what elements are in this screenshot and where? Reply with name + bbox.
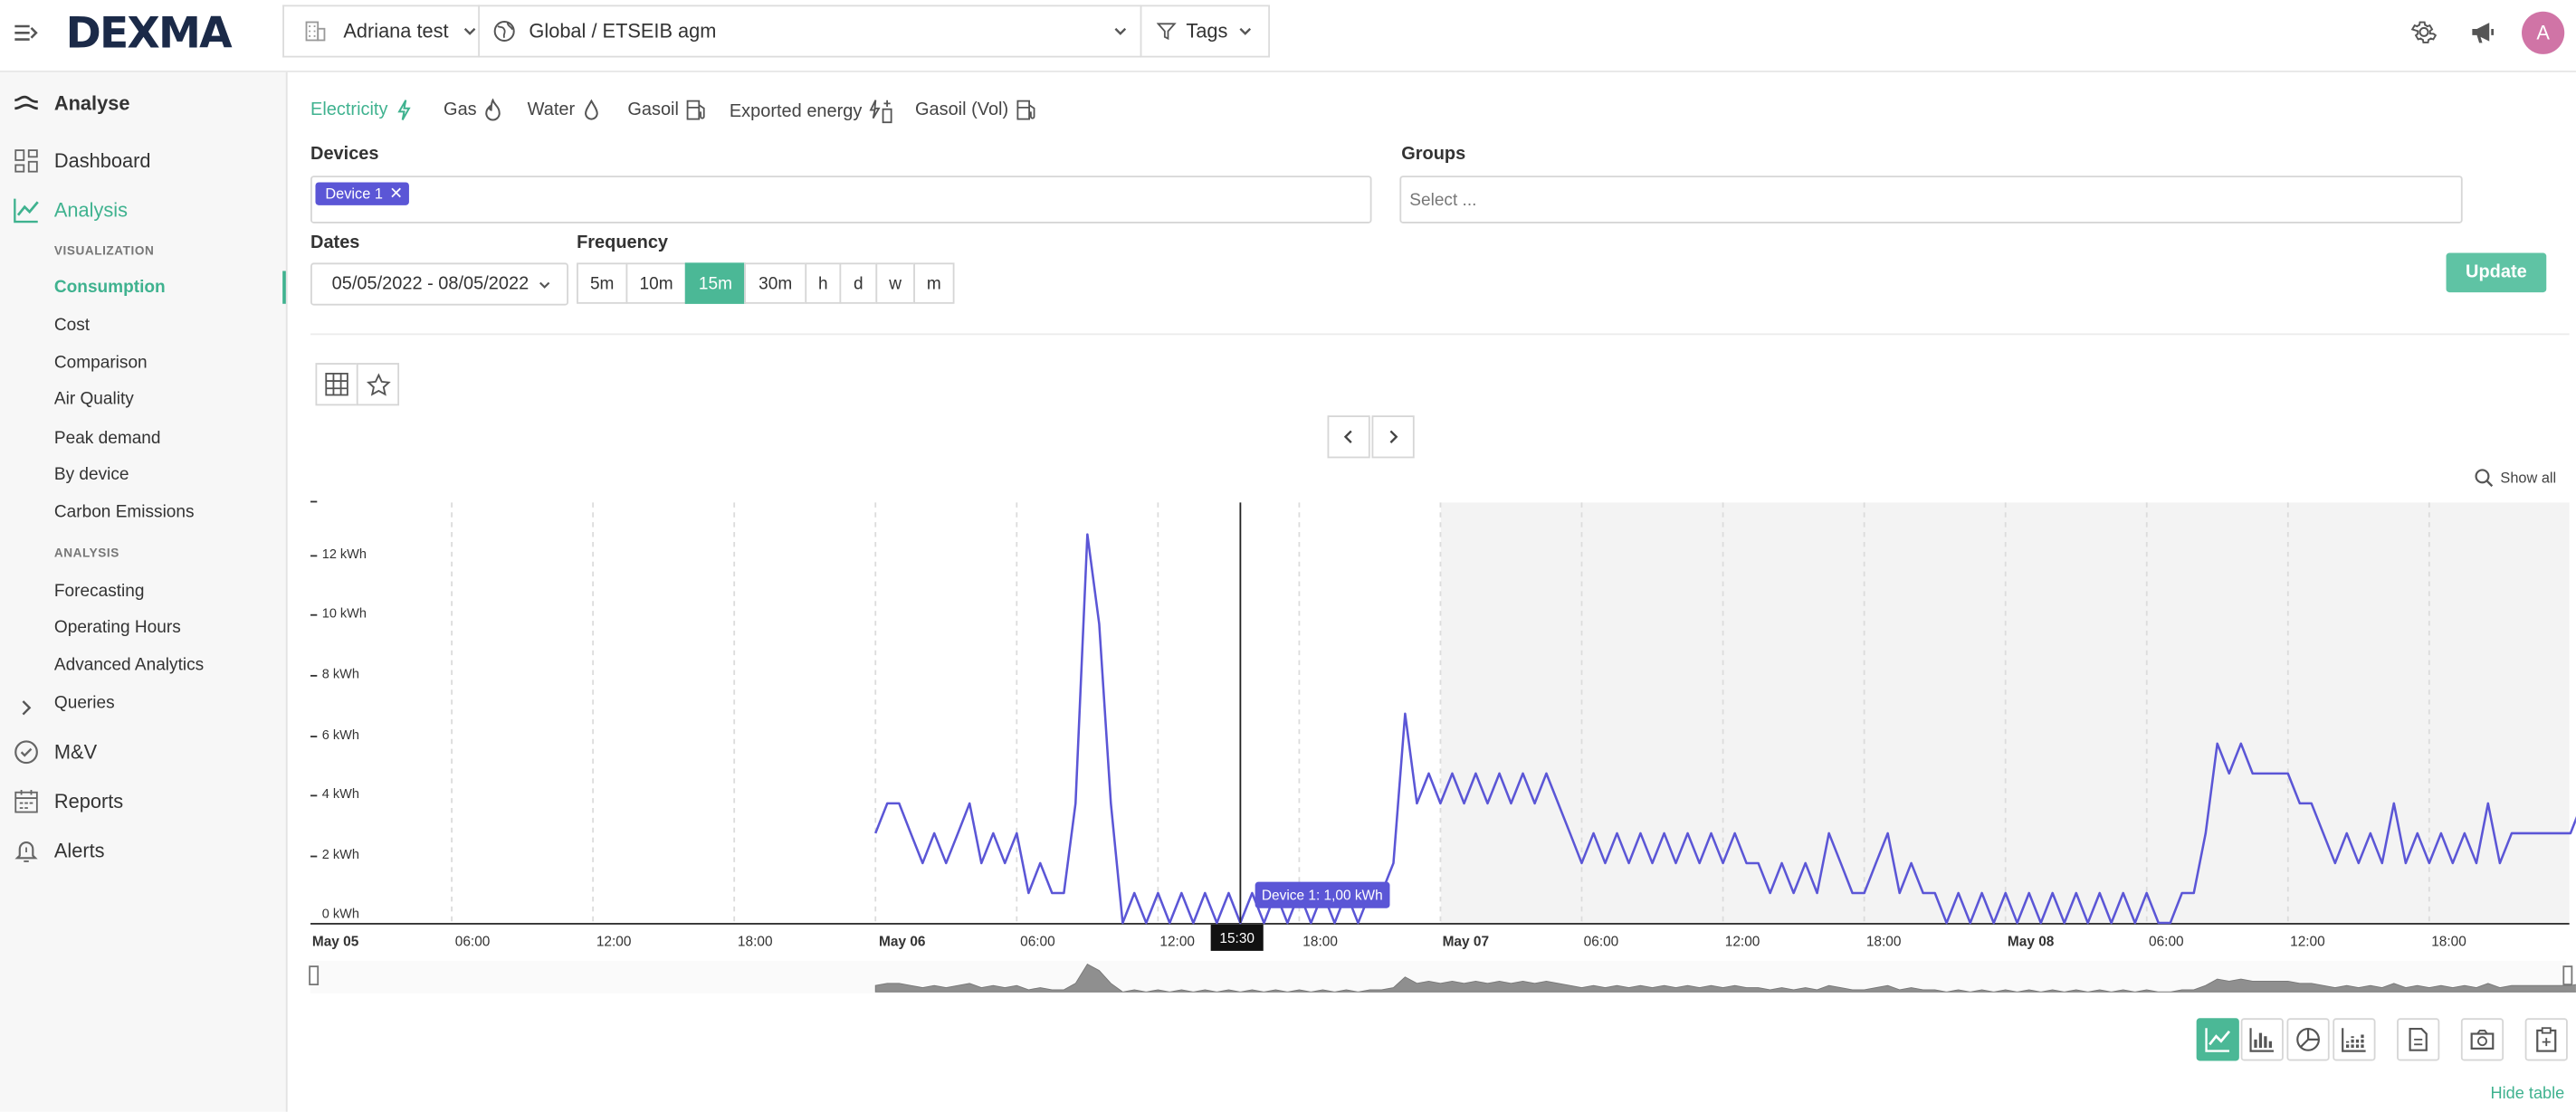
navigator-area <box>874 963 2576 993</box>
line-chart-icon <box>2205 1028 2231 1052</box>
pie-chart-button[interactable] <box>2286 1018 2330 1061</box>
document-icon <box>2409 1028 2428 1051</box>
hide-table-link[interactable]: Hide table <box>2491 1086 2565 1104</box>
stacked-bar-icon <box>2342 1028 2366 1052</box>
camera-icon <box>2470 1030 2495 1050</box>
clipboard-button[interactable] <box>2524 1018 2568 1061</box>
line-chart-button[interactable] <box>2196 1018 2239 1061</box>
stacked-chart-button[interactable] <box>2333 1018 2376 1061</box>
navigator-right-handle[interactable] <box>2562 965 2573 985</box>
bar-chart-icon <box>2249 1028 2274 1052</box>
navigator-preview <box>874 963 2576 993</box>
bar-chart-button[interactable] <box>2240 1018 2284 1061</box>
navigator-left-handle[interactable] <box>309 965 320 985</box>
pie-chart-icon <box>2296 1028 2320 1051</box>
export-document-button[interactable] <box>2397 1018 2440 1061</box>
screenshot-button[interactable] <box>2460 1018 2504 1061</box>
clipboard-icon <box>2536 1027 2557 1052</box>
